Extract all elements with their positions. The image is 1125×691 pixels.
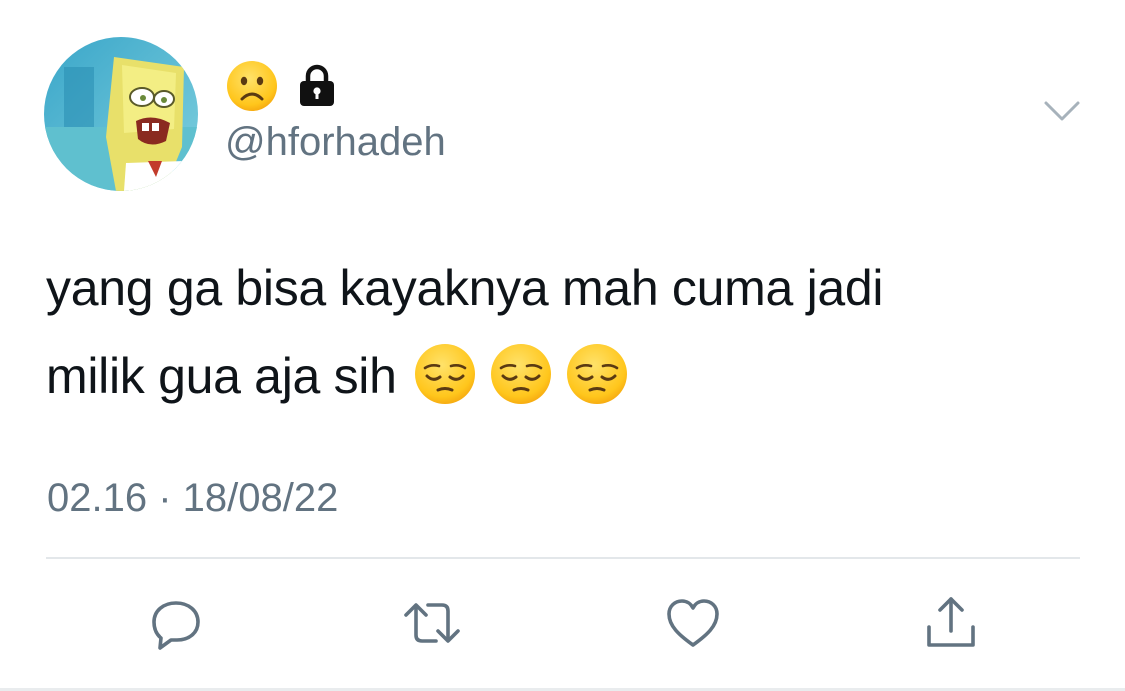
chevron-down-icon[interactable] — [1040, 95, 1084, 129]
divider — [46, 557, 1080, 559]
heart-icon — [667, 599, 719, 647]
like-button[interactable] — [663, 593, 723, 653]
avatar[interactable] — [44, 37, 198, 191]
user-handle[interactable]: @hforhadeh — [225, 118, 446, 166]
retweet-icon — [404, 603, 460, 643]
tweet-text-line-2: milik gua aja sih — [46, 332, 1086, 420]
pensive-face-emoji — [566, 343, 627, 404]
emoji-group — [413, 342, 629, 406]
retweet-button[interactable] — [402, 593, 462, 653]
reply-icon — [152, 601, 200, 650]
avatar-image — [44, 37, 198, 191]
lock-icon — [300, 64, 334, 106]
pensive-face-emoji — [414, 343, 475, 404]
tweet-text: yang ga bisa kayaknya mah cuma jadi mili… — [46, 244, 1086, 420]
tweet-text-line-1: yang ga bisa kayaknya mah cuma jadi — [46, 260, 884, 316]
share-button[interactable] — [921, 593, 981, 653]
tweet-text-line-2-text: milik gua aja sih — [46, 348, 397, 404]
tweet-timestamp[interactable]: 02.16 · 18/08/22 — [47, 474, 338, 522]
display-name — [225, 61, 337, 111]
share-icon — [927, 597, 975, 647]
pensive-face-emoji — [490, 343, 551, 404]
sad-face-emoji — [227, 61, 277, 111]
reply-button[interactable] — [146, 593, 206, 653]
